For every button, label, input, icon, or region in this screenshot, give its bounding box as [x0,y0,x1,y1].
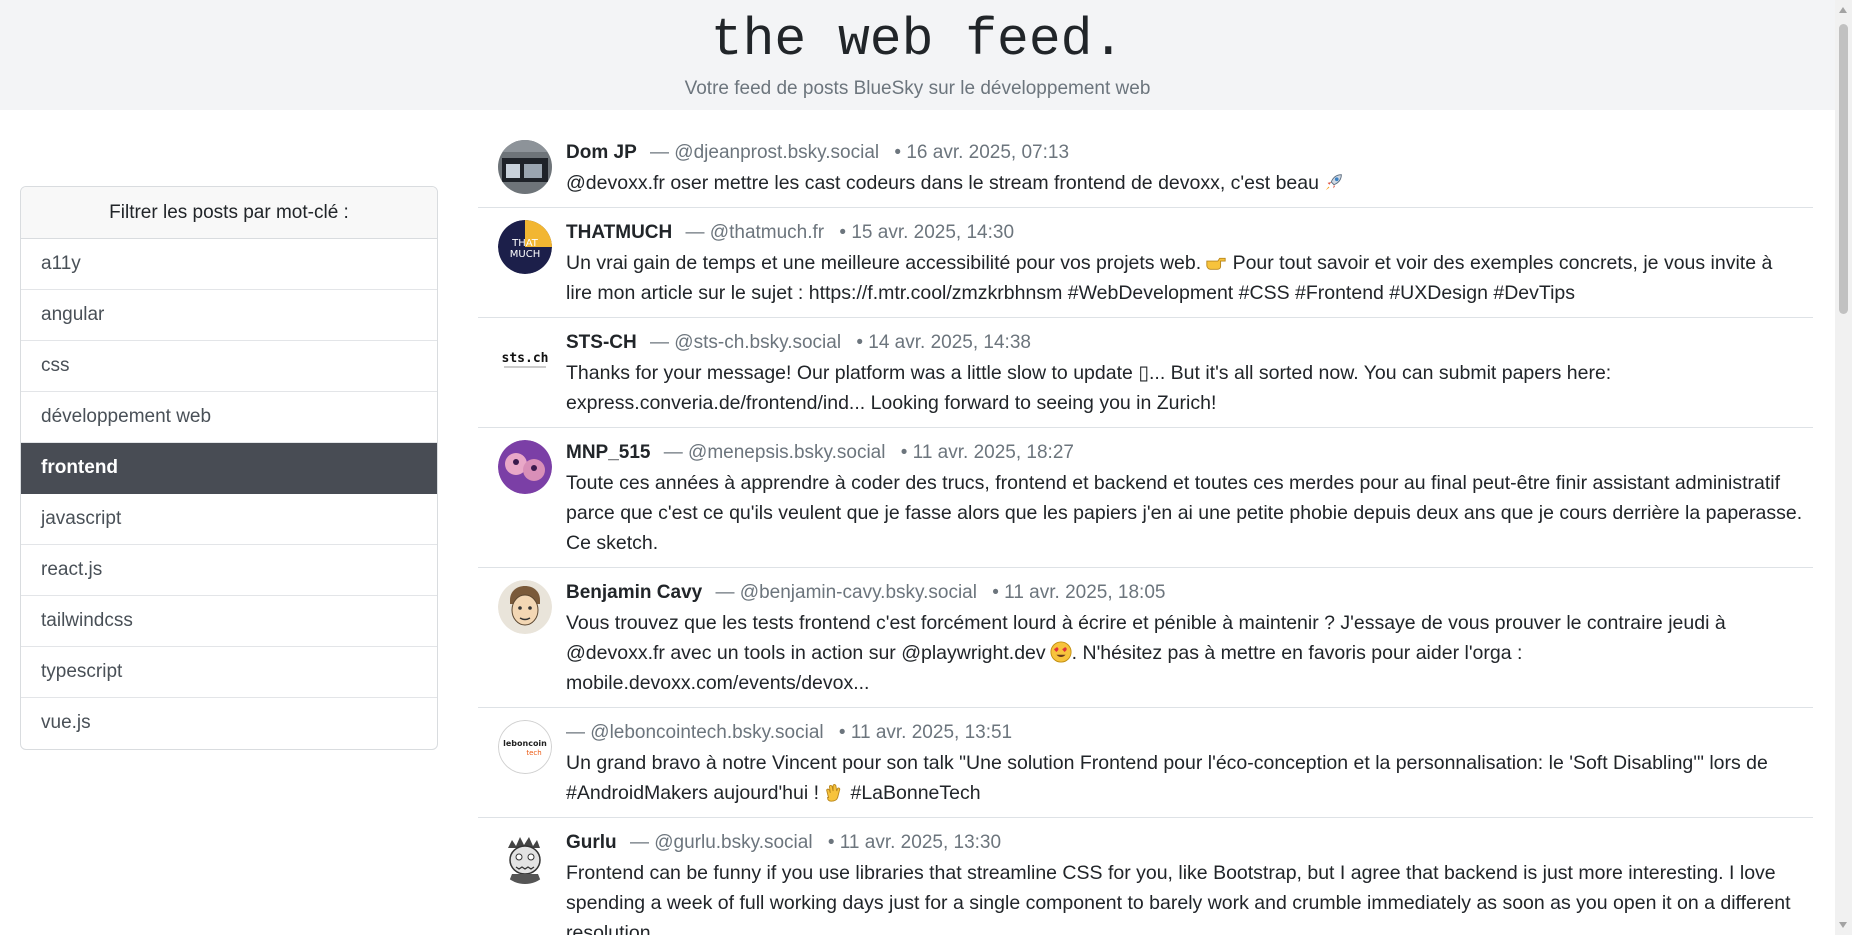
author-handle[interactable]: — @thatmuch.fr [686,222,825,243]
post-item: Benjamin Cavy — @benjamin-cavy.bsky.soci… [478,568,1813,708]
post-item: Gurlu — @gurlu.bsky.social • 11 avr. 202… [478,818,1813,935]
post-item: MNP_515 — @menepsis.bsky.social • 11 avr… [478,428,1813,568]
avatar[interactable] [498,140,552,194]
site-subtitle: Votre feed de posts BlueSky sur le dével… [684,78,1151,99]
post-text: Un vrai gain de temps et une meilleure a… [566,252,1773,304]
author-name[interactable]: Gurlu [566,832,617,853]
keyword-item-a11y[interactable]: a11y [21,239,437,290]
author-handle[interactable]: — @benjamin-cavy.bsky.social [716,582,977,603]
rocket-icon [1325,174,1342,191]
keyword-item-react[interactable]: react.js [21,545,437,596]
filter-heading: Filtrer les posts par mot-clé : [21,187,437,239]
post-item: leboncoin tech — @leboncointech.bsky.soc… [478,708,1813,818]
clapping-hands-icon [826,784,841,802]
post-item: sts.ch STS-CH — @sts-ch.bsky.social • 14… [478,318,1813,428]
scroll-down-icon[interactable] [1839,922,1847,928]
keyword-item-frontend[interactable]: frontend [21,443,437,494]
post-date: • 16 avr. 2025, 07:13 [894,142,1070,163]
post-date: • 15 avr. 2025, 14:30 [839,222,1015,243]
keyword-item-developpement-web[interactable]: développement web [21,392,437,443]
svg-text:MUCH: MUCH [510,249,540,260]
keyword-item-vue[interactable]: vue.js [21,698,437,749]
avatar[interactable]: sts.ch [498,330,552,384]
keyword-filter-panel: Filtrer les posts par mot-clé : a11y ang… [20,186,438,750]
post-text: Un grand bravo à notre Vincent pour son … [566,752,1768,804]
keyword-item-tailwindcss[interactable]: tailwindcss [21,596,437,647]
post-feed: Dom JP — @djeanprost.bsky.social • 16 av… [478,128,1813,935]
author-handle[interactable]: — @sts-ch.bsky.social [650,332,841,353]
post-date: • 11 avr. 2025, 13:51 [838,722,1013,743]
keyword-item-typescript[interactable]: typescript [21,647,437,698]
avatar-text: THAT [511,238,539,249]
keyword-item-javascript[interactable]: javascript [21,494,437,545]
post-text: Thanks for your message! Our platform wa… [566,362,1612,414]
site-header: the web feed. Votre feed de posts BlueSk… [0,0,1835,110]
svg-text:leboncoin: leboncoin [503,739,547,748]
post-date: • 14 avr. 2025, 14:38 [856,332,1031,353]
avatar[interactable] [498,830,552,884]
keyword-item-angular[interactable]: angular [21,290,437,341]
avatar[interactable]: THAT MUCH [498,220,552,274]
post-text: Vous trouvez que les tests frontend c'es… [566,612,1726,694]
svg-text:sts.ch: sts.ch [502,351,549,366]
post-text: Frontend can be funny if you use librari… [566,862,1791,935]
author-name[interactable]: Dom JP [566,142,637,163]
post-date: • 11 avr. 2025, 18:05 [992,582,1166,603]
avatar[interactable]: leboncoin tech [498,720,552,774]
post-date: • 11 avr. 2025, 13:30 [827,832,1002,853]
page-scrollbar[interactable] [1835,0,1852,935]
scroll-thumb[interactable] [1839,24,1848,314]
author-handle[interactable]: — @djeanprost.bsky.social [650,142,879,163]
scroll-up-icon[interactable] [1839,7,1847,13]
keyword-item-css[interactable]: css [21,341,437,392]
site-title: the web feed. [710,10,1125,70]
author-name[interactable]: MNP_515 [566,442,651,463]
post-item: Dom JP — @djeanprost.bsky.social • 16 av… [478,128,1813,208]
post-date: • 11 avr. 2025, 18:27 [900,442,1074,463]
author-handle[interactable]: — @leboncointech.bsky.social [566,722,824,743]
author-name[interactable]: THATMUCH [566,222,672,243]
avatar[interactable] [498,440,552,494]
author-handle[interactable]: — @gurlu.bsky.social [630,832,813,853]
author-handle[interactable]: — @menepsis.bsky.social [664,442,886,463]
avatar[interactable] [498,580,552,634]
post-text: Toute ces années à apprendre à coder des… [566,472,1803,554]
pointing-hand-icon [1206,257,1226,270]
post-item: THAT MUCH THATMUCH — @thatmuch.fr • 15 a… [478,208,1813,318]
post-text: @devoxx.fr oser mettre les cast codeurs … [566,168,1803,198]
heart-eyes-icon [1050,641,1072,663]
author-name[interactable]: STS-CH [566,332,637,353]
author-name[interactable]: Benjamin Cavy [566,582,702,603]
svg-text:tech: tech [526,749,541,757]
